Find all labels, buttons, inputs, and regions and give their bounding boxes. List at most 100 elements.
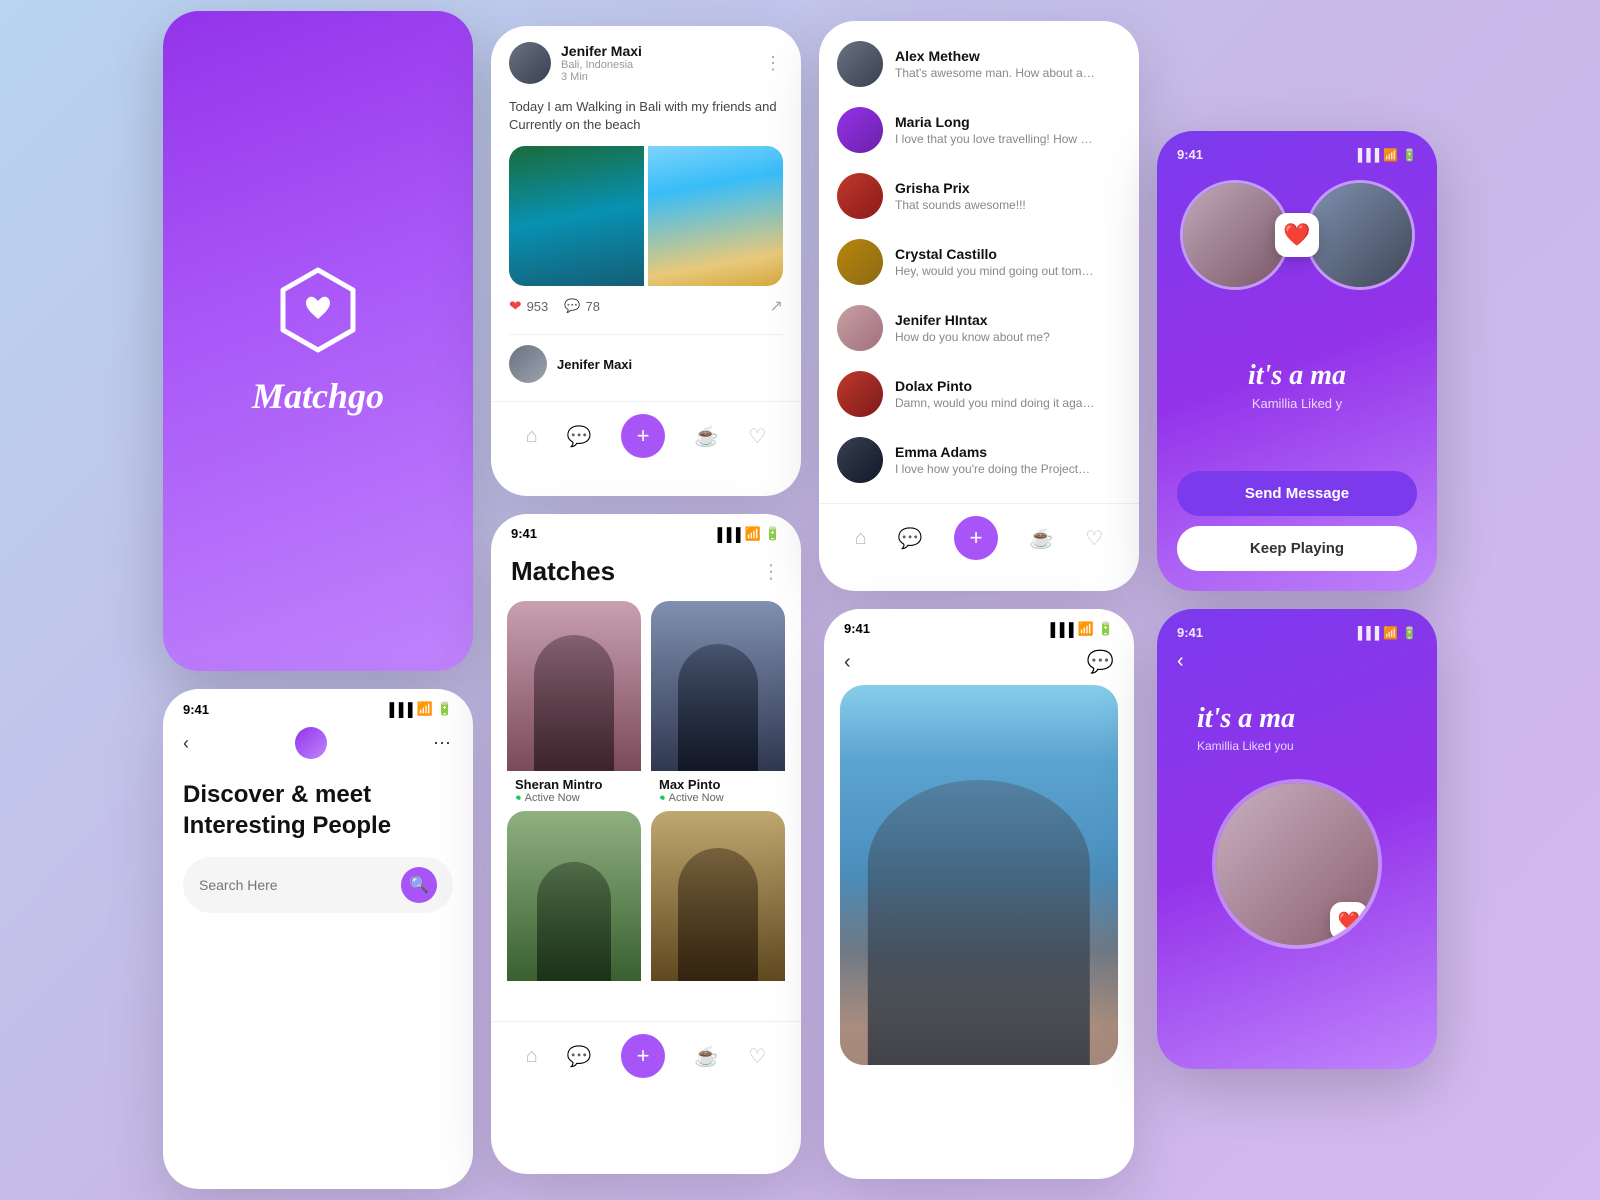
match-info-1: Sheran Mintro ●Active Now [507, 771, 641, 801]
add-button[interactable]: + [621, 414, 665, 458]
match-photos-container: ❤️ [1157, 170, 1437, 300]
msg-content-2: Maria Long I love that you love travelli… [895, 114, 1121, 146]
coffee-nav-msg[interactable]: ☕ [1029, 526, 1054, 551]
match-name-2: Max Pinto [659, 777, 777, 792]
its-match-top-bar: 9:41 ▐▐▐ 📶 🔋 [1157, 609, 1437, 640]
msg-avatar-5 [837, 305, 883, 351]
msg-item-5[interactable]: Jenifer HIntax How do you know about me? [819, 295, 1139, 361]
msg-content-3: Grisha Prix That sounds awesome!!! [895, 180, 1121, 212]
msg-item-7[interactable]: Emma Adams I love how you're doing the P… [819, 427, 1139, 493]
profile-nav: ‹ 💬 [824, 645, 1134, 685]
msg-item-2[interactable]: Maria Long I love that you love travelli… [819, 97, 1139, 163]
match-card-3[interactable] [507, 811, 641, 1011]
msg-content-1: Alex Methew That's awesome man. How abou… [895, 48, 1121, 80]
battery-icon-mr: 🔋 [1402, 148, 1417, 162]
its-match-heart-badge: ❤️ [1330, 902, 1368, 940]
messages-list: Alex Methew That's awesome man. How abou… [819, 21, 1139, 503]
profile-photo [840, 685, 1118, 1065]
battery-icon-p: 🔋 [1098, 621, 1114, 637]
search-bar: 🔍 [183, 857, 453, 913]
match-card-4[interactable] [651, 811, 785, 1011]
battery-icon-im: 🔋 [1402, 626, 1417, 640]
match-result-subtitle: Kamillia Liked y [1177, 396, 1417, 411]
back-button[interactable]: ‹ [183, 733, 189, 754]
feed-time: 3 Min [561, 71, 754, 83]
matches-header: Matches ⋮ [491, 550, 801, 601]
matches-bottom-nav: ⌂ 💬 + ☕ ♡ [491, 1021, 801, 1090]
its-match-status-icons: ▐▐▐ 📶 🔋 [1354, 626, 1417, 640]
add-nav-m[interactable]: + [621, 1034, 665, 1078]
profile-status-bar: 9:41 ▐▐▐ 📶 🔋 [824, 609, 1134, 645]
feed-preview-avatar [509, 345, 547, 383]
profile-status-icons: ▐▐▐ 📶 🔋 [1046, 621, 1114, 637]
msg-avatar-7 [837, 437, 883, 483]
its-match-back-btn[interactable]: ‹ [1177, 650, 1184, 672]
chat-nav-m[interactable]: 💬 [567, 1044, 592, 1069]
its-match-title: it's a ma [1177, 683, 1417, 739]
msg-item-4[interactable]: Crystal Castillo Hey, would you mind goi… [819, 229, 1139, 295]
its-match-subtitle: Kamillia Liked you [1177, 739, 1417, 769]
chat-nav-icon[interactable]: 💬 [567, 424, 592, 449]
msg-name-1: Alex Methew [895, 48, 1121, 64]
send-message-button[interactable]: Send Message [1177, 471, 1417, 516]
msg-preview-3: That sounds awesome!!! [895, 198, 1095, 212]
match-photo-1 [507, 601, 641, 771]
comments-count[interactable]: 💬 78 [564, 298, 600, 314]
matches-status-bar: 9:41 ▐▐▐ 📶 🔋 [491, 514, 801, 550]
signal-icon-m: ▐▐▐ [713, 527, 741, 542]
heart-nav-msg[interactable]: ♡ [1085, 526, 1103, 551]
home-nav-m[interactable]: ⌂ [526, 1045, 538, 1068]
match-card-2[interactable]: Max Pinto ●Active Now [651, 601, 785, 801]
feed-poster-avatar [509, 42, 551, 84]
search-button[interactable]: 🔍 [401, 867, 437, 903]
matches-options[interactable]: ⋮ [761, 559, 781, 584]
profile-back-button[interactable]: ‹ [844, 651, 851, 674]
msg-avatar-3 [837, 173, 883, 219]
its-match-back-row: ‹ [1157, 640, 1437, 683]
msg-item-3[interactable]: Grisha Prix That sounds awesome!!! [819, 163, 1139, 229]
coffee-nav-m[interactable]: ☕ [694, 1044, 719, 1069]
profile-chat-icon[interactable]: 💬 [1087, 649, 1114, 675]
wifi-icon: 📶 [417, 701, 433, 717]
signal-icon: ▐▐▐ [385, 702, 413, 717]
wifi-icon-m: 📶 [745, 526, 761, 542]
home-nav-icon[interactable]: ⌂ [526, 425, 538, 448]
heart-nav-icon[interactable]: ♡ [748, 424, 766, 449]
msg-content-6: Dolax Pinto Damn, would you mind doing i… [895, 378, 1121, 410]
heart-nav-m[interactable]: ♡ [748, 1044, 766, 1069]
wifi-icon-im: 📶 [1383, 626, 1398, 640]
match-status-1: ●Active Now [515, 792, 633, 801]
match-info-2: Max Pinto ●Active Now [651, 771, 785, 801]
match-status-2: ●Active Now [659, 792, 777, 801]
feed-images [509, 146, 783, 286]
post-options-button[interactable]: ⋮ [764, 53, 783, 74]
profile-time: 9:41 [844, 621, 870, 637]
share-icon[interactable]: ↗ [770, 296, 783, 316]
menu-dots[interactable]: ⋯ [433, 733, 453, 754]
search-input[interactable] [199, 877, 393, 893]
keep-playing-button[interactable]: Keep Playing [1177, 526, 1417, 571]
matches-title: Matches [511, 556, 615, 587]
msg-preview-7: I love how you're doing the Project365!! [895, 462, 1095, 476]
home-nav-msg[interactable]: ⌂ [855, 527, 867, 550]
msg-item-6[interactable]: Dolax Pinto Damn, would you mind doing i… [819, 361, 1139, 427]
add-nav-msg[interactable]: + [954, 516, 998, 560]
msg-preview-6: Damn, would you mind doing it again? [895, 396, 1095, 410]
matches-grid: Sheran Mintro ●Active Now Max Pinto ●Act… [491, 601, 801, 1011]
msg-name-5: Jenifer HIntax [895, 312, 1121, 328]
chat-nav-msg[interactable]: 💬 [898, 526, 923, 551]
match-result-header: 9:41 ▐▐▐ 📶 🔋 [1157, 131, 1437, 170]
msg-item-1[interactable]: Alex Methew That's awesome man. How abou… [819, 31, 1139, 97]
msg-avatar-2 [837, 107, 883, 153]
likes-count[interactable]: ❤ 953 [509, 297, 548, 315]
logo-hexagon-icon [273, 265, 363, 355]
search-icon: 🔍 [409, 875, 429, 895]
coffee-nav-icon[interactable]: ☕ [694, 424, 719, 449]
msg-preview-2: I love that you love travelling! How awe… [895, 132, 1095, 146]
panel-discover: 9:41 ▐▐▐ 📶 🔋 ‹ ⋯ Discover & meet Interes… [163, 689, 473, 1189]
status-icons: ▐▐▐ 📶 🔋 [385, 701, 453, 717]
match-card-1[interactable]: Sheran Mintro ●Active Now [507, 601, 641, 801]
match-result-time: 9:41 [1177, 147, 1203, 162]
msg-name-6: Dolax Pinto [895, 378, 1121, 394]
its-match-time: 9:41 [1177, 625, 1203, 640]
